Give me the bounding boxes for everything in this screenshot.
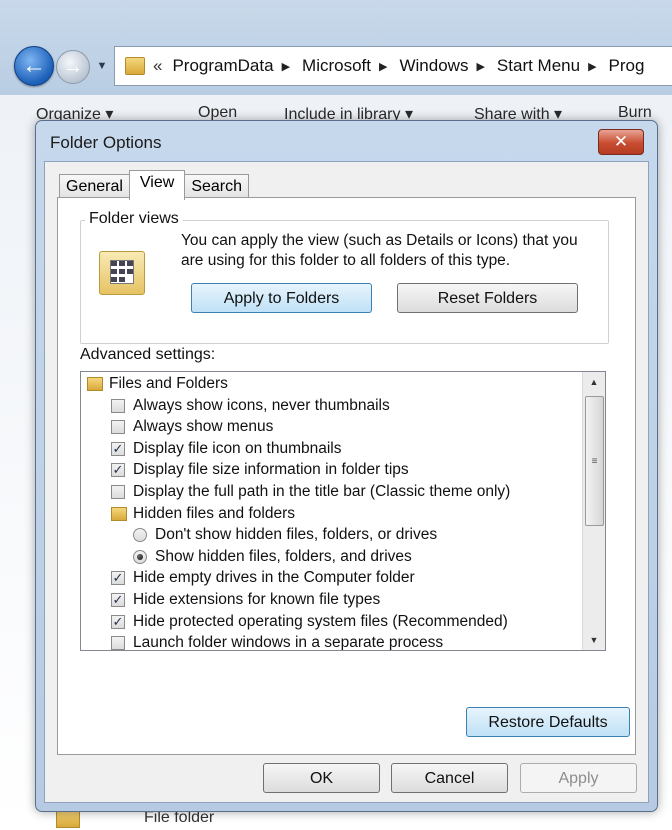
tab-strip: General View Search bbox=[59, 170, 250, 200]
setting-label: Show hidden files, folders, and drives bbox=[155, 547, 412, 565]
setting-row[interactable]: ✓ Display file icon on thumbnails bbox=[111, 439, 342, 459]
advanced-settings-label: Advanced settings: bbox=[80, 346, 216, 363]
setting-checkbox[interactable]: ✓ bbox=[111, 441, 125, 456]
forward-button[interactable]: → bbox=[56, 50, 90, 84]
advanced-settings-list[interactable]: Files and Folders Always show icons, neve… bbox=[80, 371, 606, 651]
setting-label: Display the full path in the title bar (… bbox=[133, 483, 511, 500]
apply-button[interactable]: Apply bbox=[520, 763, 637, 793]
setting-label: Hidden files and folders bbox=[133, 504, 295, 522]
folder-icon bbox=[111, 506, 127, 521]
recent-pages-dropdown[interactable]: ▼ bbox=[95, 60, 109, 72]
breadcrumb-start-menu[interactable]: Start Menu bbox=[497, 56, 580, 76]
setting-label: Hide extensions for known file types bbox=[133, 591, 381, 608]
arrow-right-icon: → bbox=[63, 55, 83, 78]
scroll-thumb[interactable]: ≡ bbox=[585, 396, 604, 526]
breadcrumb-arrow-icon[interactable]: ▶ bbox=[379, 60, 387, 73]
setting-label: Display file icon on thumbnails bbox=[133, 439, 342, 457]
settings-group-row: Hidden files and folders bbox=[111, 504, 295, 524]
address-bar[interactable]: « ProgramData ▶ Microsoft ▶ Windows ▶ St… bbox=[114, 46, 672, 86]
setting-row[interactable]: ✓ Hide protected operating system files (… bbox=[111, 612, 508, 632]
close-icon: ✕ bbox=[613, 132, 629, 151]
setting-checkbox[interactable] bbox=[111, 420, 125, 435]
dialog-body: General View Search Folder views You can… bbox=[44, 161, 649, 803]
tab-general[interactable]: General bbox=[59, 174, 130, 199]
setting-checkbox[interactable]: ✓ bbox=[111, 571, 125, 586]
breadcrumb-arrow-icon[interactable]: ▶ bbox=[588, 60, 596, 73]
breadcrumb-programs[interactable]: Prog bbox=[609, 56, 645, 76]
folder-icon bbox=[87, 377, 103, 391]
breadcrumb-arrow-icon[interactable]: ▶ bbox=[476, 60, 484, 73]
setting-radio[interactable] bbox=[133, 549, 147, 564]
folder-views-description: You can apply the view (such as Details … bbox=[181, 232, 578, 269]
folder-icon bbox=[125, 57, 145, 75]
tab-view[interactable]: View bbox=[128, 170, 186, 200]
setting-label: Always show icons, never thumbnails bbox=[133, 396, 390, 414]
folder-views-icon bbox=[99, 251, 145, 295]
restore-defaults-button[interactable]: Restore Defaults bbox=[466, 707, 630, 737]
setting-row[interactable]: ✓ Display file size information in folder… bbox=[111, 460, 409, 480]
setting-checkbox[interactable]: ✓ bbox=[111, 463, 125, 478]
scroll-down-icon[interactable]: ▼ bbox=[583, 630, 605, 650]
folder-views-title: Folder views bbox=[85, 210, 183, 228]
dialog-title: Folder Options bbox=[50, 133, 162, 152]
view-tab-panel: Folder views You can apply the view (suc… bbox=[57, 197, 636, 755]
setting-row[interactable]: Don't show hidden files, folders, or dri… bbox=[133, 525, 437, 545]
setting-row[interactable]: Always show menus bbox=[111, 417, 273, 437]
close-button[interactable]: ✕ bbox=[598, 129, 644, 155]
setting-radio[interactable] bbox=[133, 528, 147, 543]
ok-button[interactable]: OK bbox=[263, 763, 380, 793]
setting-label: Hide protected operating system files (R… bbox=[133, 612, 508, 630]
breadcrumb-windows[interactable]: Windows bbox=[399, 56, 468, 76]
setting-row[interactable]: Launch folder windows in a separate proc… bbox=[111, 633, 444, 651]
breadcrumb-programdata[interactable]: ProgramData bbox=[172, 56, 273, 76]
setting-row[interactable]: Show hidden files, folders, and drives bbox=[133, 547, 412, 567]
setting-label: Display file size information in folder … bbox=[133, 461, 409, 479]
setting-checkbox[interactable]: ✓ bbox=[111, 614, 125, 629]
chevron-down-icon: ▼ bbox=[96, 60, 108, 72]
setting-label: Files and Folders bbox=[109, 375, 228, 392]
setting-checkbox[interactable] bbox=[111, 485, 125, 499]
settings-group-row: Files and Folders bbox=[87, 374, 228, 394]
address-overflow-chevrons[interactable]: « bbox=[153, 56, 162, 76]
vertical-scrollbar[interactable]: ▲ ≡ ▼ bbox=[582, 372, 605, 650]
setting-label: Launch folder windows in a separate proc… bbox=[133, 634, 444, 651]
cancel-button[interactable]: Cancel bbox=[391, 763, 508, 793]
folder-views-group: Folder views You can apply the view (suc… bbox=[80, 210, 609, 344]
setting-checkbox[interactable] bbox=[111, 636, 125, 650]
apply-to-folders-button[interactable]: Apply to Folders bbox=[191, 283, 372, 313]
reset-folders-button[interactable]: Reset Folders bbox=[397, 283, 578, 313]
breadcrumb-arrow-icon[interactable]: ▶ bbox=[282, 60, 290, 73]
setting-checkbox[interactable]: ✓ bbox=[111, 593, 125, 607]
breadcrumb-microsoft[interactable]: Microsoft bbox=[302, 56, 371, 76]
setting-label: Hide empty drives in the Computer folder bbox=[133, 569, 415, 587]
scroll-up-icon[interactable]: ▲ bbox=[583, 372, 605, 392]
setting-row[interactable]: ✓ Hide empty drives in the Computer folde… bbox=[111, 568, 415, 588]
setting-checkbox[interactable] bbox=[111, 398, 125, 413]
setting-label: Always show menus bbox=[133, 418, 274, 436]
arrow-left-icon: ← bbox=[22, 52, 46, 79]
tab-search[interactable]: Search bbox=[184, 174, 250, 199]
setting-label: Don't show hidden files, folders, or dri… bbox=[155, 526, 438, 544]
grip-icon: ≡ bbox=[591, 455, 598, 467]
folder-options-dialog: Folder Options ✕ General View Search Fol… bbox=[35, 120, 658, 812]
setting-row[interactable]: ✓ Hide extensions for known file types bbox=[111, 590, 380, 610]
setting-row[interactable]: Display the full path in the title bar (… bbox=[111, 482, 510, 502]
setting-row[interactable]: Always show icons, never thumbnails bbox=[111, 396, 390, 416]
back-button[interactable]: ← bbox=[14, 46, 54, 86]
